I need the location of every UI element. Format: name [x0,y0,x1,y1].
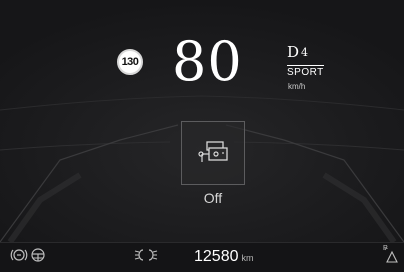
steering-icon [31,248,45,262]
parking-sensors-status: Off [203,190,223,206]
current-speed: 80 [172,30,243,93]
odometer-value: 12580 [194,248,239,265]
odometer-unit: km [241,253,254,263]
gear-indicator: D4 [287,45,308,60]
gear-number: 4 [301,46,309,59]
odometer: 12580 km [194,248,254,267]
speed-limit-sign: 130 [117,49,143,75]
brake-system-icon [10,249,28,261]
parking-sensors-panel[interactable] [181,121,245,185]
gear-letter: D [287,43,300,61]
speed-limit-value: 130 [121,56,139,68]
parking-assist-icon [384,248,398,263]
position-lights-icon [134,249,158,261]
speed-unit: km/h [288,82,306,91]
parking-sensors-icon [198,141,228,162]
drive-mode-label: SPORT [287,65,324,78]
